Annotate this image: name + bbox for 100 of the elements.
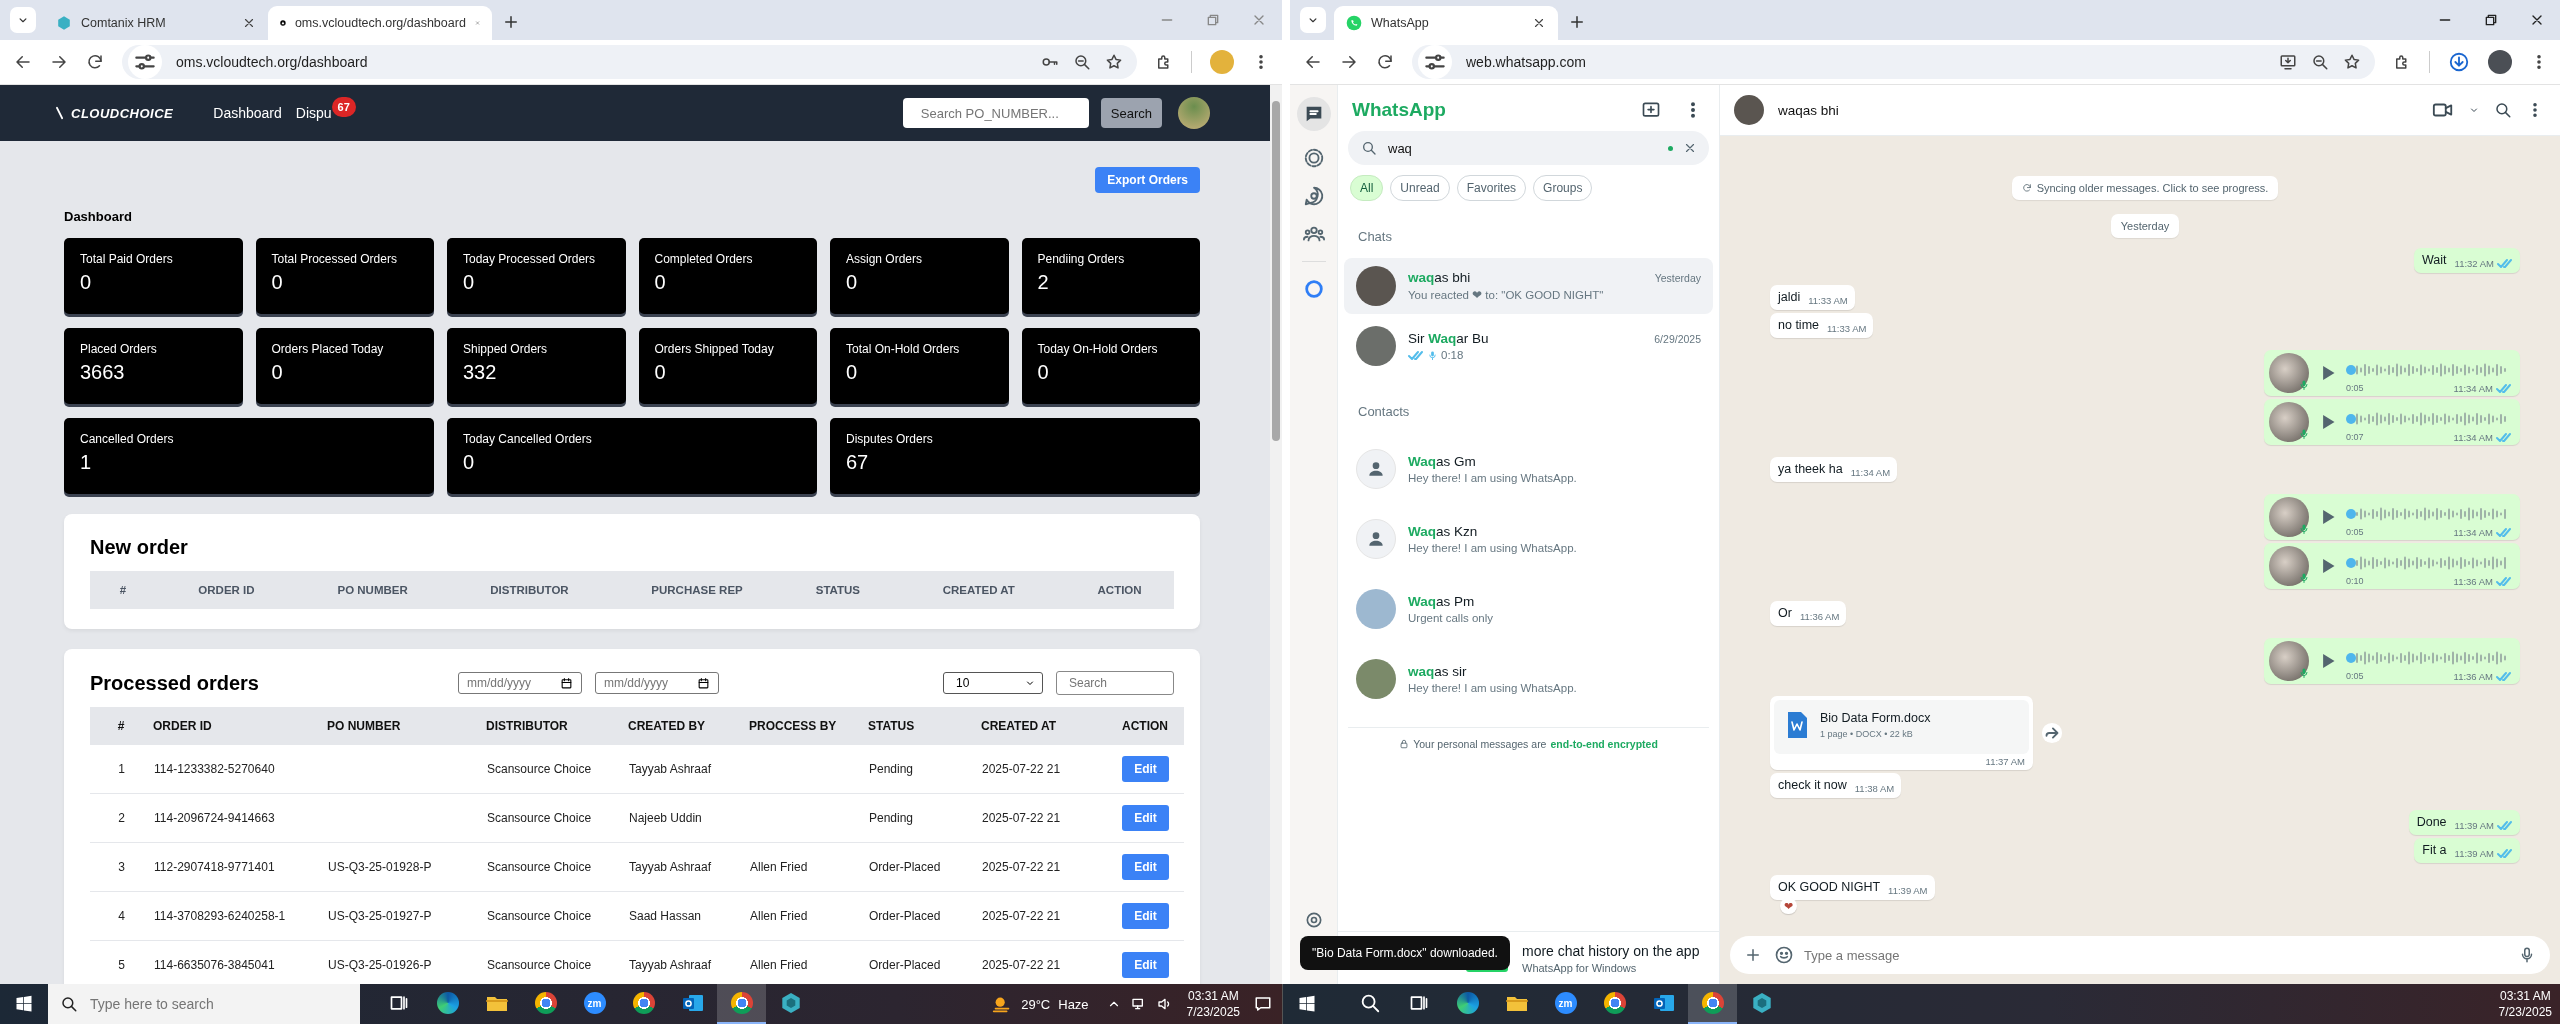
double-tick-icon: [2497, 820, 2513, 831]
back-icon[interactable]: [14, 53, 32, 71]
contact-item[interactable]: Waqas Gm Hey there! I am using WhatsApp.: [1344, 441, 1713, 497]
reload-icon[interactable]: [1376, 53, 1394, 71]
star-icon[interactable]: [2343, 53, 2361, 71]
stat-label: Orders Shipped Today: [654, 342, 774, 356]
taskbar-button[interactable]: [717, 984, 766, 1024]
filter-chip[interactable]: All: [1350, 175, 1384, 201]
notification-icon[interactable]: [1254, 995, 1272, 1013]
message-time: 11:33 AM: [1827, 323, 1867, 334]
page-size-select[interactable]: 10: [943, 672, 1043, 694]
table-cell: Tayyab Ashraaf: [629, 958, 712, 972]
address-bar[interactable]: web.whatsapp.com: [1412, 45, 2375, 79]
search-field[interactable]: Search: [1056, 671, 1174, 695]
date-field[interactable]: mm/dd/yyyy: [458, 672, 582, 694]
new-tab-icon[interactable]: [502, 13, 520, 31]
table-cell: Order-Placed: [869, 958, 941, 972]
file-card[interactable]: Bio Data Form.docx 1 page • DOCX • 22 kB: [1774, 700, 2029, 754]
sync-notice[interactable]: Syncing older messages. Click to see progress.: [2011, 176, 2279, 200]
ring-icon[interactable]: [1302, 278, 1325, 300]
column-header: #: [90, 571, 157, 609]
status-icon[interactable]: [1302, 147, 1325, 169]
edit-button[interactable]: Edit: [1122, 854, 1169, 880]
browser-tab[interactable]: oms.vcloudtech.org/dashboard: [268, 6, 492, 40]
table-cell: Najeeb Uddin: [629, 811, 702, 825]
sticker-icon[interactable]: [1774, 945, 1794, 965]
scrollbar[interactable]: [1270, 85, 1282, 984]
mic-icon: [2298, 522, 2310, 536]
zoom-out-icon[interactable]: [2311, 53, 2329, 71]
new-chat-icon[interactable]: [1641, 100, 1661, 120]
message-field[interactable]: Type a message: [1730, 936, 2550, 974]
stat-value: 0: [271, 361, 283, 384]
search-icon[interactable]: [2494, 101, 2512, 119]
forward-icon[interactable]: [2041, 722, 2063, 744]
message-time: 11:34 AM: [2453, 432, 2493, 443]
search-button[interactable]: Search: [1100, 98, 1162, 128]
reload-icon[interactable]: [86, 53, 104, 71]
download-icon[interactable]: [2448, 51, 2470, 73]
address-bar[interactable]: oms.vcloudtech.org/dashboard: [122, 45, 1137, 79]
windows-icon[interactable]: [1298, 995, 1316, 1013]
edit-button[interactable]: Edit: [1122, 952, 1169, 978]
panel-title: Processed orders: [90, 671, 260, 695]
edit-button[interactable]: Edit: [1122, 756, 1169, 782]
message-text: Fit a: [2422, 843, 2447, 859]
search-icon: [1361, 140, 1377, 156]
star-icon[interactable]: [1105, 53, 1123, 71]
browser-tab[interactable]: Comtanix HRM: [44, 6, 268, 40]
edit-button[interactable]: Edit: [1122, 903, 1169, 929]
contact-name: Waqas Pm: [1408, 594, 1476, 609]
table-cell: Pending: [869, 811, 914, 825]
search-field[interactable]: Search PO_NUMBER...: [902, 98, 1089, 128]
table-cell: Allen Fried: [750, 909, 808, 923]
contact-item[interactable]: Waqas Kzn Hey there! I am using WhatsApp.: [1344, 511, 1713, 567]
scrollbar-thumb[interactable]: [1272, 101, 1280, 441]
search-field[interactable]: waq: [1348, 131, 1709, 165]
edit-button[interactable]: Edit: [1122, 805, 1169, 831]
photo-placeholder: [1356, 659, 1396, 699]
chat-item[interactable]: waqas bhi Yesterday You reacted ❤ to: "OK GOOD NIGHT": [1344, 258, 1713, 314]
clear-icon[interactable]: [1683, 141, 1697, 155]
contact-item[interactable]: waqas sir Hey there! I am using WhatsApp.: [1344, 651, 1713, 707]
attach-plus-icon[interactable]: [1744, 946, 1762, 964]
person-icon: [1356, 519, 1396, 559]
url-text: web.whatsapp.com: [1466, 54, 1587, 70]
install-icon[interactable]: [2279, 53, 2297, 71]
avatar[interactable]: [1178, 97, 1210, 129]
contact-item[interactable]: Waqas Pm Urgent calls only: [1344, 581, 1713, 637]
taskbar-button[interactable]: [1688, 984, 1737, 1024]
site-settings-icon[interactable]: [1418, 45, 1452, 79]
chat-item[interactable]: Sir Waqar Bu 6/29/2025 0:18: [1344, 318, 1713, 374]
message-text: Done: [2416, 815, 2447, 831]
close-icon[interactable]: [242, 16, 256, 30]
avatar[interactable]: [2488, 50, 2512, 74]
export-button[interactable]: Export Orders: [1095, 167, 1200, 193]
task-view-icon: [1408, 993, 1429, 1013]
forward-icon[interactable]: [1340, 53, 1358, 71]
forward-icon[interactable]: [50, 53, 68, 71]
taskbar-clock[interactable]: 03:31 AM 7/23/2025: [2498, 989, 2552, 1019]
zoom-out-icon[interactable]: [1073, 53, 1091, 71]
date-field[interactable]: mm/dd/yyyy: [595, 672, 719, 694]
taskbar-search-field[interactable]: Type here to search: [48, 984, 360, 1024]
channels-icon[interactable]: [1302, 185, 1325, 207]
nav-link[interactable]: Dashboard: [213, 105, 282, 121]
nav-link[interactable]: Dispu: [295, 105, 332, 121]
taskbar-clock[interactable]: 03:31 AM 7/23/2025: [1186, 989, 1240, 1019]
banner-title: more chat history on the app: [1522, 942, 1700, 959]
chats-icon[interactable]: [1296, 97, 1331, 131]
table-cell: 4: [118, 909, 125, 923]
windows-icon[interactable]: [15, 995, 33, 1013]
banner-subtitle: WhatsApp for Windows: [1522, 961, 1638, 974]
double-tick-icon: [2497, 258, 2513, 269]
double-tick-icon: [2497, 848, 2513, 859]
stat-label: Cancelled Orders: [80, 432, 174, 446]
close-icon[interactable]: [1532, 16, 1546, 30]
back-icon[interactable]: [1304, 53, 1322, 71]
message-time: 11:39 AM: [2454, 848, 2494, 859]
stat-value: 332: [463, 361, 497, 384]
new-tab-icon[interactable]: [1568, 13, 1586, 31]
site-settings-icon[interactable]: [128, 45, 162, 79]
browser-tab[interactable]: WhatsApp: [1334, 6, 1558, 40]
browser-icon: [632, 992, 655, 1014]
